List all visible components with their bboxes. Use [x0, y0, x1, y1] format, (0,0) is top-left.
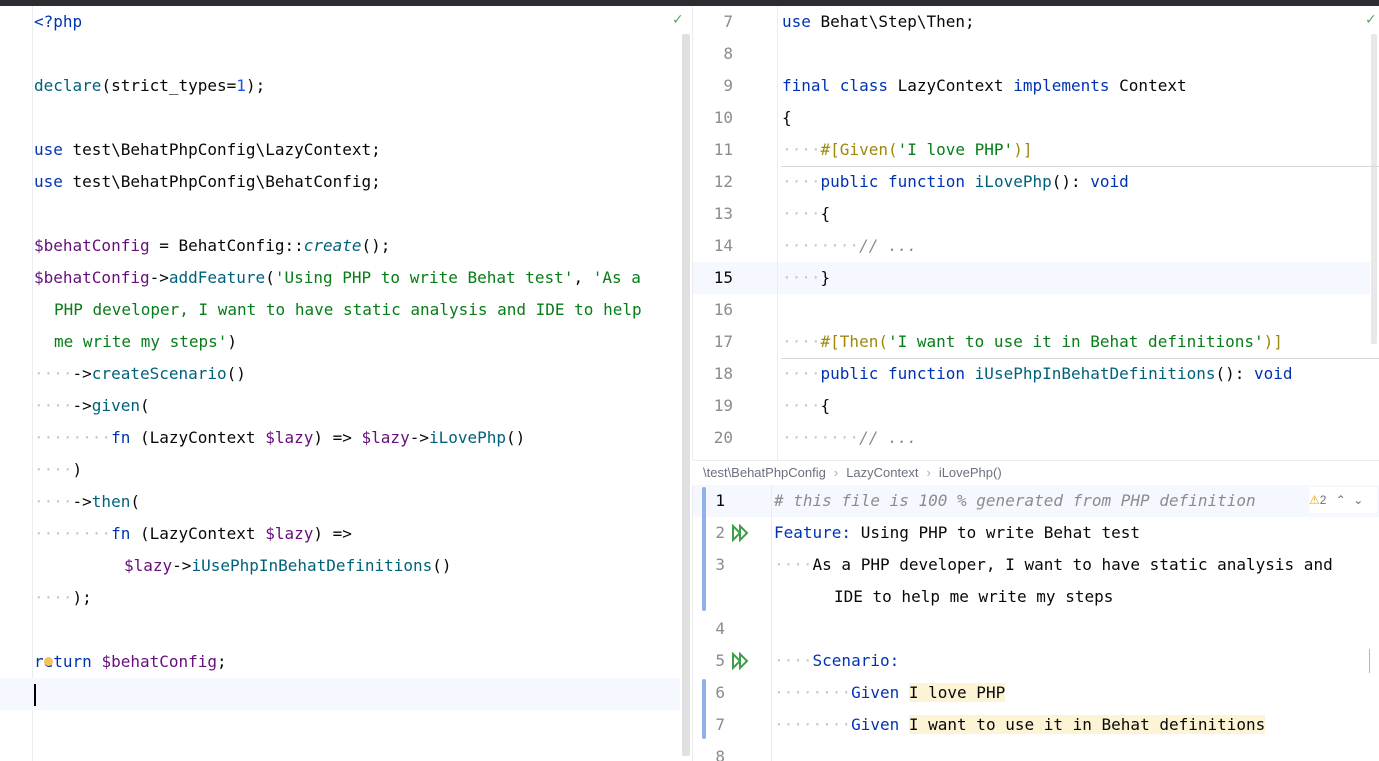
code-line: $behatConfig->addFeature('Using PHP to w…: [34, 268, 641, 287]
line-number: 2: [715, 523, 725, 542]
no-problems-check-icon[interactable]: ✓: [672, 12, 684, 28]
code-line: ····): [34, 460, 83, 479]
code-line: ····#[Then('I want to use it in Behat de…: [782, 332, 1283, 351]
scroll-marker: [1369, 649, 1373, 673]
chevron-right-icon: ›: [833, 465, 839, 480]
run-feature-icon[interactable]: [731, 524, 751, 542]
line-number: 11: [713, 140, 733, 159]
feature-file-editor[interactable]: 1 2 3 4 5 6 7 8 # this file is 100 % gen…: [692, 485, 1379, 761]
code-line: ····->then(: [34, 492, 140, 511]
code-line: use test\BehatPhpConfig\BehatConfig;: [34, 172, 381, 191]
line-number: 4: [715, 619, 725, 638]
breadcrumb-namespace[interactable]: \test\BehatPhpConfig: [693, 465, 826, 480]
feature-line: Feature: Using PHP to write Behat test: [774, 523, 1141, 542]
breadcrumb-class[interactable]: LazyContext: [846, 465, 918, 480]
text-cursor: [34, 684, 36, 706]
code-line: ····->given(: [34, 396, 150, 415]
line-number: 8: [715, 747, 725, 761]
line-number: 20: [713, 428, 733, 447]
code-line: me write my steps'): [54, 332, 238, 351]
code-line: ····{: [782, 204, 831, 223]
gutter-divider: [777, 6, 778, 460]
no-problems-check-icon[interactable]: ✓: [1365, 12, 1377, 28]
warning-icon: ⚠: [1309, 493, 1320, 507]
step-line: ········Given I love PHP: [774, 683, 1006, 702]
line-number: 1: [715, 491, 725, 510]
code-line: $behatConfig = BehatConfig::create();: [34, 236, 391, 255]
breadcrumb: \test\BehatPhpConfig › LazyContext › iLovePh…: [693, 460, 1379, 486]
code-line: ····);: [34, 588, 92, 607]
line-number: 19: [713, 396, 733, 415]
code-line: ····{: [782, 396, 831, 415]
line-number: 13: [713, 204, 733, 223]
current-line-highlight: [0, 678, 680, 710]
vertical-scrollbar[interactable]: [1371, 34, 1377, 344]
line-number: 3: [715, 555, 725, 574]
code-line: ····}: [782, 268, 831, 287]
code-line: ········// ...: [782, 428, 917, 447]
line-number: 15: [713, 268, 733, 287]
code-line: <?php: [34, 12, 83, 31]
lazy-context-editor[interactable]: ✓ 7 8 9 10 11 12 13 14 15 16 17 18 19 20…: [692, 6, 1379, 460]
inspection-widget[interactable]: ⚠2 ⌃ ⌄: [1309, 487, 1377, 513]
chevron-right-icon: ›: [926, 465, 931, 480]
line-number: 6: [715, 683, 725, 702]
feature-comment: # this file is 100 % generated from PHP …: [774, 491, 1256, 510]
code-line: use Behat\Step\Then;: [782, 12, 975, 31]
intention-bulb-icon[interactable]: [44, 657, 53, 666]
line-number: 18: [713, 364, 733, 383]
line-number: 7: [723, 12, 733, 31]
line-number: 10: [713, 108, 733, 127]
line-number: 14: [713, 236, 733, 255]
line-number: 17: [713, 332, 733, 351]
scenario-line: ····Scenario:: [774, 651, 900, 670]
code-line: $lazy->iUsePhpInBehatDefinitions(): [124, 556, 452, 575]
line-number: 12: [713, 172, 733, 191]
feature-description: IDE to help me write my steps: [834, 587, 1114, 606]
line-number: 5: [715, 651, 725, 670]
code-line: {: [782, 108, 792, 127]
code-line: ········fn (LazyContext $lazy) => $lazy-…: [34, 428, 526, 447]
step-line: ········Given I want to use it in Behat …: [774, 715, 1266, 734]
line-number: 16: [713, 300, 733, 319]
code-line: ····public function iLovePhp(): void: [782, 172, 1129, 191]
code-line: ····->createScenario(): [34, 364, 246, 383]
code-line: final class LazyContext implements Conte…: [782, 76, 1187, 95]
php-config-editor[interactable]: ✓ <?php declare(strict_types=1); use tes…: [0, 6, 692, 761]
code-line: ····public function iUsePhpInBehatDefini…: [782, 364, 1293, 383]
code-line: use test\BehatPhpConfig\LazyContext;: [34, 140, 381, 159]
breadcrumb-method[interactable]: iLovePhp(): [939, 465, 1002, 480]
line-number: 8: [723, 44, 733, 63]
vertical-scrollbar[interactable]: [682, 34, 690, 756]
code-line: ····#[Given('I love PHP')]: [782, 140, 1033, 159]
feature-description: ····As a PHP developer, I want to have s…: [774, 555, 1333, 574]
chevron-up-icon[interactable]: ⌃: [1330, 493, 1346, 507]
code-line: ········fn (LazyContext $lazy) =>: [34, 524, 352, 543]
line-number: 7: [715, 715, 725, 734]
warning-count: 2: [1319, 493, 1327, 507]
run-scenario-icon[interactable]: [731, 652, 751, 670]
gutter-divider: [771, 485, 772, 761]
code-line: ········// ...: [782, 236, 917, 255]
code-line: declare(strict_types=1);: [34, 76, 266, 95]
code-line: return $behatConfig;: [34, 652, 227, 671]
line-number: 9: [723, 76, 733, 95]
gutter: [0, 6, 33, 761]
code-line: PHP developer, I want to have static ana…: [54, 300, 642, 319]
chevron-down-icon[interactable]: ⌄: [1349, 493, 1363, 507]
